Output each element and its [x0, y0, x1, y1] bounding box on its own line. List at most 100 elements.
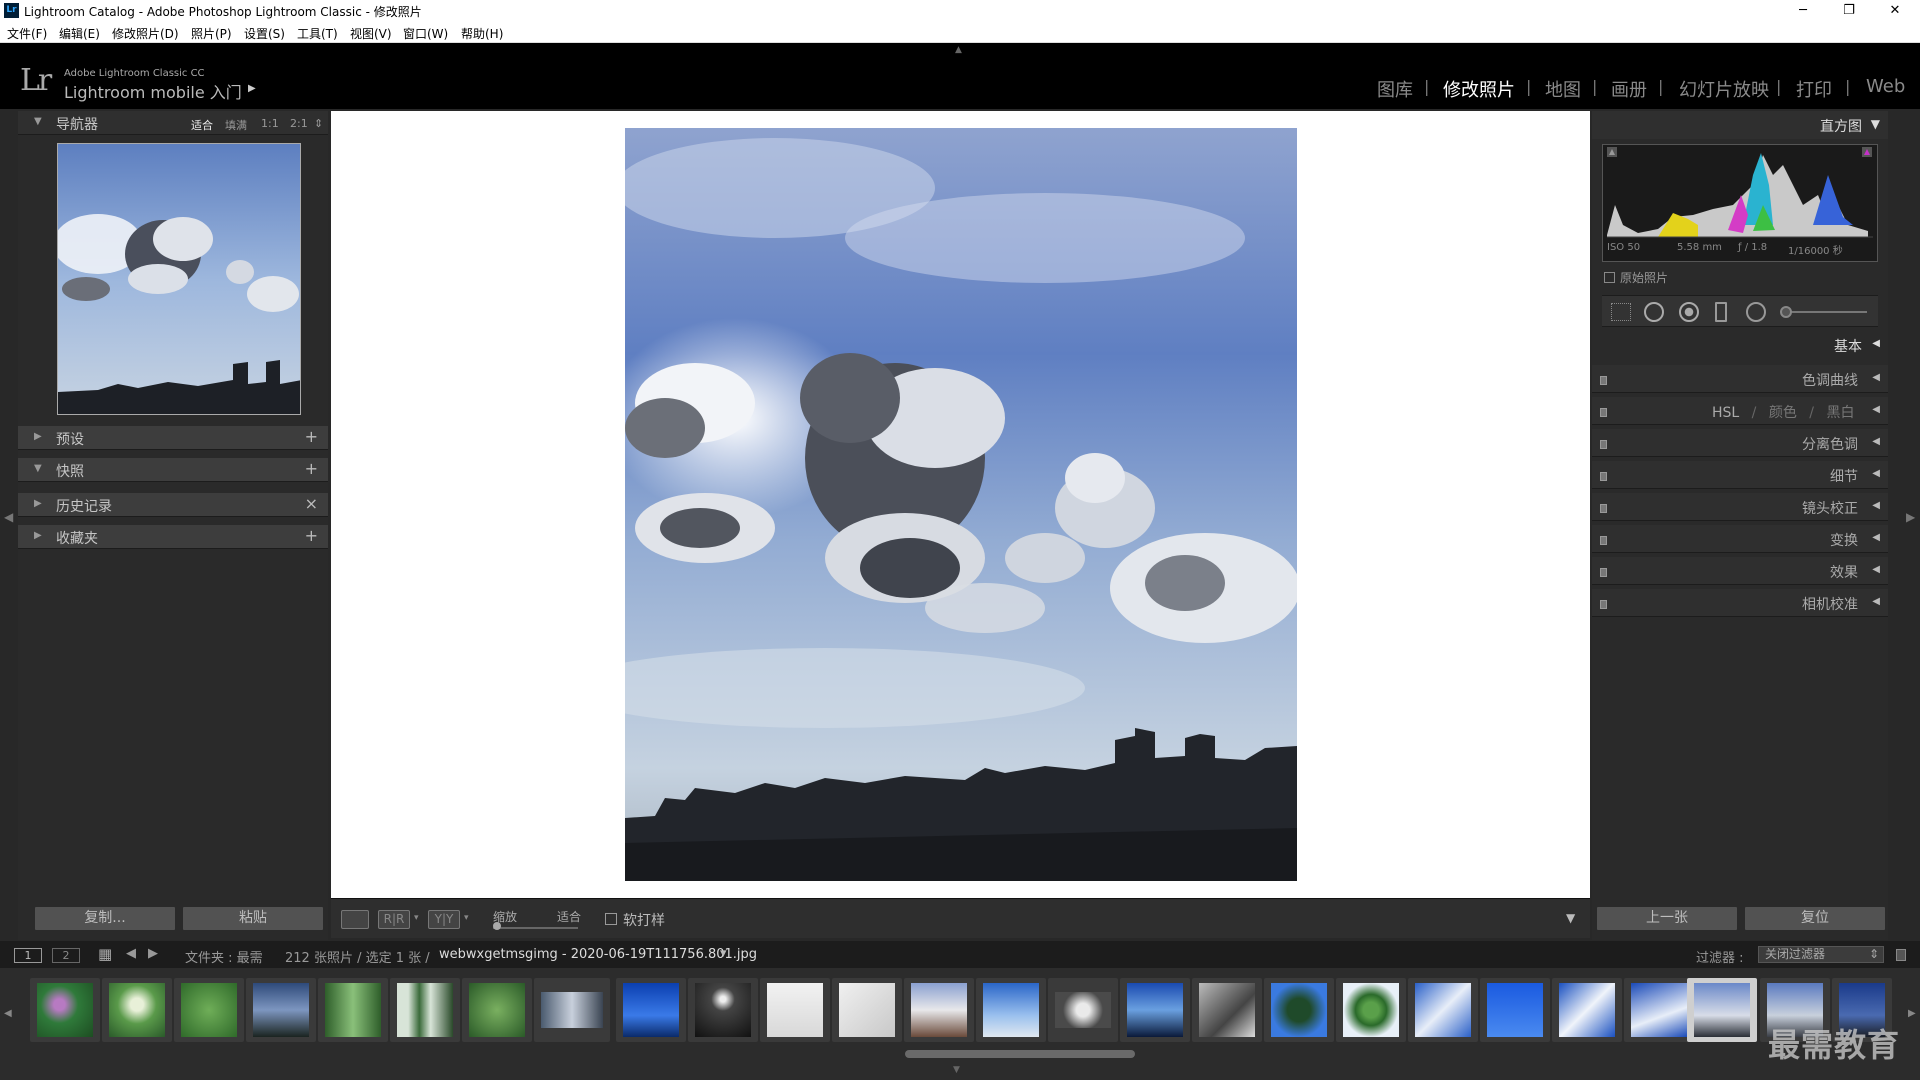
radial-filter-icon[interactable]: [1746, 302, 1766, 322]
zoom-2-1[interactable]: 2:1: [290, 117, 308, 130]
histogram[interactable]: ISO 50 5.58 mm ƒ / 1.8 1/16000 秒: [1602, 144, 1878, 262]
module-develop[interactable]: 修改照片: [1443, 76, 1515, 102]
history-panel-header[interactable]: ▶ 历史记录 ×: [18, 493, 328, 517]
menu-file[interactable]: 文件(F): [7, 25, 47, 42]
reset-button[interactable]: 复位: [1744, 906, 1886, 931]
second-window-button[interactable]: 2: [52, 948, 80, 963]
mobile-arrow-icon[interactable]: ▶: [248, 83, 256, 94]
adjustment-brush-icon[interactable]: [1780, 306, 1792, 318]
filmstrip-thumb[interactable]: [246, 978, 316, 1042]
transform-toggle[interactable]: [1600, 536, 1607, 545]
detail-toggle[interactable]: [1600, 472, 1607, 481]
before-after-tb-icon[interactable]: Y|Y: [428, 910, 460, 929]
graduated-filter-icon[interactable]: [1715, 302, 1727, 322]
hsl-panel[interactable]: HSL / 颜色 / 黑白 ◀: [1592, 397, 1888, 425]
lens-corrections-toggle[interactable]: [1600, 504, 1607, 513]
loupe-view[interactable]: [331, 111, 1590, 898]
filename-menu-icon[interactable]: ▾: [720, 946, 727, 961]
snapshots-panel-header[interactable]: ▼ 快照 +: [18, 458, 328, 482]
zoom-slider-thumb[interactable]: [493, 922, 501, 930]
effects-expand-icon[interactable]: ◀: [1872, 564, 1880, 575]
menu-window[interactable]: 窗口(W): [403, 25, 448, 42]
module-map[interactable]: 地图: [1545, 76, 1581, 102]
swap-menu-icon[interactable]: ▾: [464, 913, 469, 923]
filmstrip-thumb[interactable]: [832, 978, 902, 1042]
filmstrip-thumb[interactable]: [904, 978, 974, 1042]
snapshots-add-icon[interactable]: +: [305, 459, 318, 478]
zoom-more-icon[interactable]: ⇕: [314, 117, 323, 130]
filmstrip-thumb[interactable]: [174, 978, 244, 1042]
zoom-1-1[interactable]: 1:1: [261, 117, 279, 130]
bw-tab[interactable]: 黑白: [1826, 405, 1854, 421]
menu-develop[interactable]: 修改照片(D): [112, 25, 179, 42]
maximize-button[interactable]: ❐: [1826, 0, 1872, 22]
basic-panel-header[interactable]: 基本 ◀: [1592, 333, 1888, 357]
module-print[interactable]: 打印: [1796, 76, 1832, 102]
collections-expand-icon[interactable]: ▶: [34, 530, 42, 541]
presets-panel-header[interactable]: ▶ 预设 +: [18, 426, 328, 450]
filmstrip-left-icon[interactable]: ◀: [4, 1008, 12, 1019]
forward-arrow-icon[interactable]: ▶: [148, 946, 158, 961]
filmstrip-thumb[interactable]: [30, 978, 100, 1042]
filmstrip-thumb[interactable]: [1408, 978, 1478, 1042]
history-clear-icon[interactable]: ×: [305, 494, 318, 513]
camera-calibration-toggle[interactable]: [1600, 600, 1607, 609]
filmstrip-thumb[interactable]: [534, 978, 610, 1042]
filter-select[interactable]: 关闭过滤器 ⇕: [1758, 946, 1884, 963]
current-filename[interactable]: webwxgetmsgimg - 2020-06-19T111756.801.j…: [439, 947, 757, 962]
filmstrip-thumb[interactable]: [1480, 978, 1550, 1042]
menu-edit[interactable]: 编辑(E): [59, 25, 100, 42]
detail-panel[interactable]: 细节 ◀: [1592, 461, 1888, 489]
module-book[interactable]: 画册: [1611, 76, 1647, 102]
filmstrip-scrollbar[interactable]: [905, 1050, 1135, 1058]
module-library[interactable]: 图库: [1377, 76, 1413, 102]
filmstrip-thumb[interactable]: [1624, 978, 1694, 1042]
minimize-button[interactable]: ─: [1780, 0, 1826, 22]
module-web[interactable]: Web: [1866, 76, 1905, 97]
filmstrip-thumb[interactable]: [1120, 978, 1190, 1042]
before-after-lr-icon[interactable]: R|R: [378, 910, 410, 929]
main-photo[interactable]: [625, 128, 1297, 881]
paste-settings-button[interactable]: 粘贴: [182, 906, 324, 931]
menu-photo[interactable]: 照片(P): [191, 25, 232, 42]
close-button[interactable]: ✕: [1872, 0, 1918, 22]
effects-panel[interactable]: 效果 ◀: [1592, 557, 1888, 585]
effects-toggle[interactable]: [1600, 568, 1607, 577]
menu-help[interactable]: 帮助(H): [461, 25, 503, 42]
navigator-preview[interactable]: [57, 143, 301, 415]
before-after-menu-icon[interactable]: ▾: [414, 913, 419, 923]
right-panel-toggle-icon[interactable]: ▶: [1906, 510, 1915, 524]
basic-expand-icon[interactable]: ◀: [1872, 338, 1880, 349]
transform-panel[interactable]: 变换 ◀: [1592, 525, 1888, 553]
filmstrip-thumb[interactable]: [462, 978, 532, 1042]
previous-button[interactable]: 上一张: [1596, 906, 1738, 931]
softproof-checkbox[interactable]: [605, 913, 617, 925]
filmstrip-thumb[interactable]: [1192, 978, 1262, 1042]
zoom-fit[interactable]: 适合: [191, 117, 213, 133]
back-arrow-icon[interactable]: ◀: [126, 946, 136, 961]
menu-view[interactable]: 视图(V): [350, 25, 392, 42]
source-folder[interactable]: 文件夹 : 最需: [185, 947, 263, 966]
original-photo-checkbox[interactable]: [1604, 272, 1615, 283]
zoom-fill[interactable]: 填满: [225, 117, 247, 133]
grid-view-icon[interactable]: ▦: [98, 945, 112, 963]
loupe-view-icon[interactable]: [341, 910, 369, 929]
presets-add-icon[interactable]: +: [305, 427, 318, 446]
collections-add-icon[interactable]: +: [305, 526, 318, 545]
histogram-header[interactable]: 直方图 ▼: [1592, 111, 1888, 139]
collections-panel-header[interactable]: ▶ 收藏夹 +: [18, 525, 328, 549]
tone-curve-expand-icon[interactable]: ◀: [1872, 372, 1880, 383]
tone-curve-panel[interactable]: 色调曲线 ◀: [1592, 365, 1888, 393]
collapse-top-icon[interactable]: ▲: [955, 45, 962, 55]
tone-curve-toggle[interactable]: [1600, 376, 1607, 385]
detail-expand-icon[interactable]: ◀: [1872, 468, 1880, 479]
filmstrip-thumb[interactable]: [976, 978, 1046, 1042]
hsl-tab[interactable]: HSL: [1712, 405, 1739, 421]
lens-corrections-expand-icon[interactable]: ◀: [1872, 500, 1880, 511]
split-toning-expand-icon[interactable]: ◀: [1872, 436, 1880, 447]
history-expand-icon[interactable]: ▶: [34, 498, 42, 509]
hsl-toggle[interactable]: [1600, 408, 1607, 417]
filmstrip-right-icon[interactable]: ▶: [1908, 1008, 1916, 1019]
navigator-collapse-icon[interactable]: ▼: [34, 116, 42, 127]
filmstrip-thumb-selected[interactable]: [1687, 978, 1757, 1042]
